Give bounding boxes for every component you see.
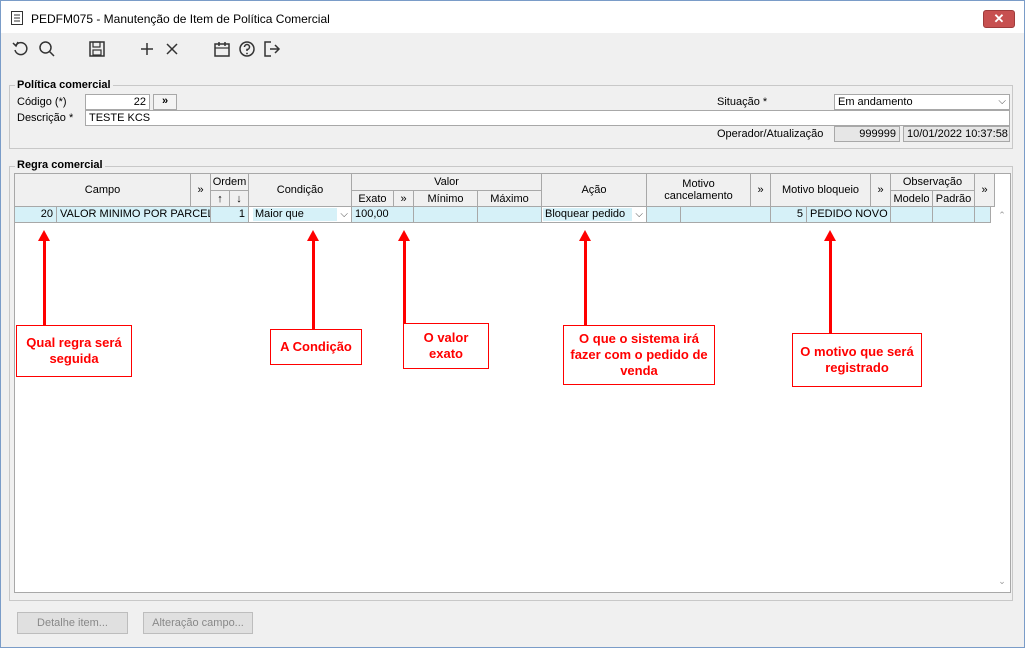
campo-expand-button[interactable]: »: [191, 174, 211, 207]
col-header-observacao: Observação: [891, 174, 975, 191]
close-button[interactable]: ✕: [983, 10, 1015, 28]
app-window: PEDFM075 - Manutenção de Item de Polític…: [0, 0, 1025, 648]
annotation-arrow-acao: [584, 239, 587, 325]
motivo-cancel-desc-cell[interactable]: [681, 207, 771, 223]
col-header-valor: Valor: [352, 174, 542, 191]
politica-group-label: Política comercial: [15, 79, 113, 91]
situacao-value: Em andamento: [838, 96, 913, 108]
situacao-select[interactable]: Em andamento ⌵: [834, 94, 1010, 110]
col-header-minimo[interactable]: Mínimo: [414, 191, 478, 207]
help-icon[interactable]: [237, 39, 257, 59]
annotation-arrow-motivo: [829, 239, 832, 333]
col-header-motivo-bloqueio[interactable]: Motivo bloqueio: [771, 174, 871, 207]
scroll-up-icon[interactable]: ⌃: [996, 210, 1008, 222]
toolbar: [1, 33, 1024, 63]
atualizacao-value: 10/01/2022 10:37:58: [903, 126, 1010, 142]
chevron-down-icon: ⌵: [998, 96, 1006, 107]
annotation-arrow-regra: [43, 239, 46, 325]
exit-icon[interactable]: [262, 39, 282, 59]
campo-code-cell[interactable]: 20: [15, 207, 57, 223]
col-header-padrao[interactable]: Padrão: [933, 191, 975, 207]
add-icon[interactable]: [137, 39, 157, 59]
codigo-input[interactable]: 22: [85, 94, 150, 110]
motivo-cancel-code-cell[interactable]: [647, 207, 681, 223]
condicao-value: Maior que: [253, 208, 337, 221]
exato-cell[interactable]: 100,00: [352, 207, 414, 223]
codigo-label: Código (*): [17, 96, 67, 108]
chevron-down-icon: ⌵: [340, 209, 348, 220]
motivo-bloqueio-expand-button[interactable]: »: [871, 174, 891, 207]
observacao-expand-button[interactable]: »: [975, 174, 995, 207]
acao-select[interactable]: Bloquear pedido ⌵: [542, 207, 647, 223]
document-icon: [11, 11, 23, 25]
annotation-acao: O que o sistema irá fazer com o pedido d…: [563, 325, 715, 385]
order-down-icon[interactable]: ↓: [230, 191, 249, 207]
ordem-cell[interactable]: 1: [211, 207, 249, 223]
campo-desc-cell[interactable]: VALOR MINIMO POR PARCELA: [57, 207, 211, 223]
title-bar: PEDFM075 - Manutenção de Item de Polític…: [1, 1, 1024, 33]
col-header-ordem: Ordem: [211, 174, 249, 191]
operador-label: Operador/Atualização: [717, 128, 824, 140]
motivo-cancel-expand-button[interactable]: »: [751, 174, 771, 207]
valor-expand-button[interactable]: »: [394, 191, 414, 207]
motivo-bloqueio-desc-cell[interactable]: PEDIDO NOVO PI: [807, 207, 891, 223]
save-icon[interactable]: [87, 39, 107, 59]
situacao-label: Situação *: [717, 96, 768, 108]
acao-value: Bloquear pedido: [543, 208, 632, 221]
regra-group-label: Regra comercial: [15, 159, 105, 171]
order-up-icon[interactable]: ↑: [211, 191, 230, 207]
window-title: PEDFM075 - Manutenção de Item de Polític…: [31, 12, 330, 26]
col-header-modelo[interactable]: Modelo: [891, 191, 933, 207]
codigo-lookup-button[interactable]: »: [153, 94, 177, 110]
modelo-cell[interactable]: [891, 207, 933, 223]
motivo-bloqueio-code-cell[interactable]: 5: [771, 207, 807, 223]
col-header-acao[interactable]: Ação: [542, 174, 647, 207]
chevron-down-icon: ⌵: [635, 209, 643, 220]
annotation-regra: Qual regra será seguida: [16, 325, 132, 377]
operador-value: 999999: [834, 126, 900, 142]
annotation-condicao: A Condição: [270, 329, 362, 365]
annotation-motivo: O motivo que será registrado: [792, 333, 922, 387]
col-header-campo[interactable]: Campo: [15, 174, 191, 207]
refresh-icon[interactable]: [11, 39, 31, 59]
row-extra-cell: [975, 207, 991, 223]
maximo-cell[interactable]: [478, 207, 542, 223]
col-header-motivo-cancelamento[interactable]: Motivo cancelamento: [647, 174, 751, 207]
annotation-valor: O valor exato: [403, 323, 489, 369]
alteracao-campo-button[interactable]: Alteração campo...: [143, 612, 253, 634]
calendar-icon[interactable]: [212, 39, 232, 59]
col-header-exato[interactable]: Exato: [352, 191, 394, 207]
col-header-condicao[interactable]: Condição: [249, 174, 352, 207]
search-icon[interactable]: [37, 39, 57, 59]
detalhe-item-button[interactable]: Detalhe item...: [17, 612, 128, 634]
descricao-input[interactable]: TESTE KCS: [85, 110, 1010, 126]
annotation-arrow-condicao: [312, 239, 315, 329]
minimo-cell[interactable]: [414, 207, 478, 223]
padrao-cell[interactable]: [933, 207, 975, 223]
descricao-label: Descrição *: [17, 112, 74, 124]
scroll-down-icon[interactable]: ⌄: [996, 576, 1008, 588]
condicao-select[interactable]: Maior que ⌵: [249, 207, 352, 223]
delete-icon[interactable]: [162, 39, 182, 59]
col-header-maximo[interactable]: Máximo: [478, 191, 542, 207]
annotation-arrow-valor: [403, 239, 406, 323]
